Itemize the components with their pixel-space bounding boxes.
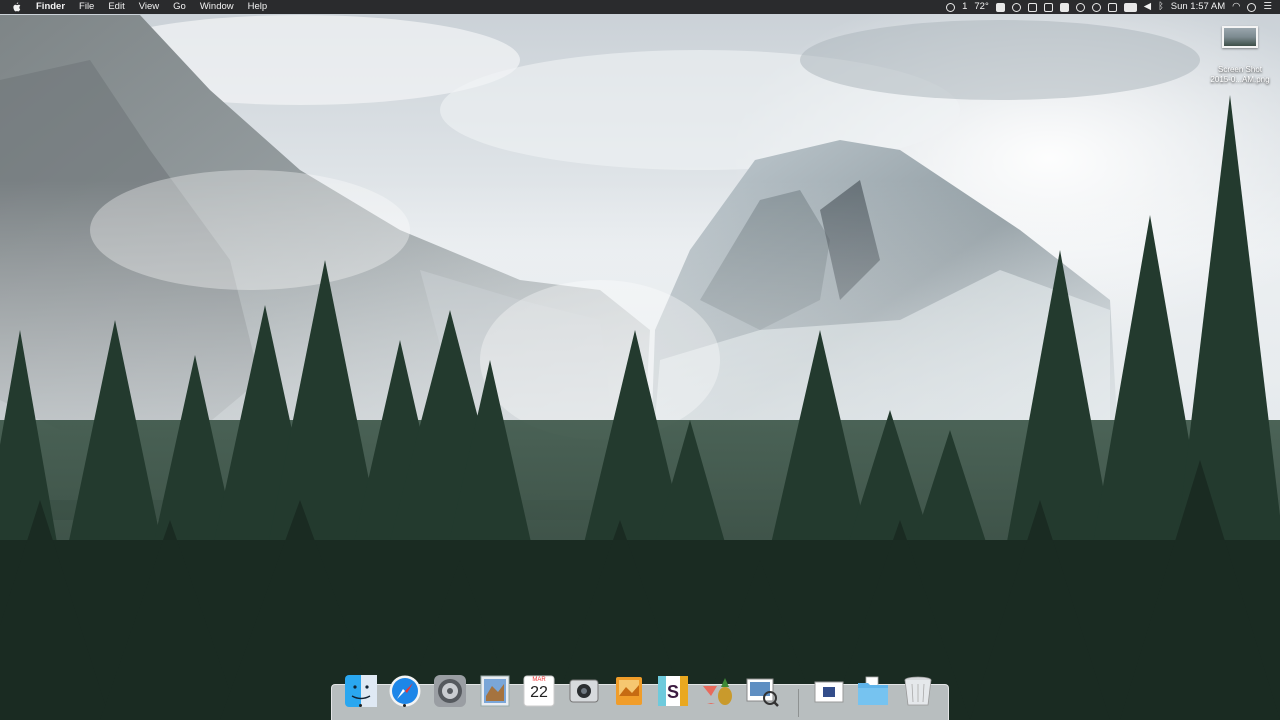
- folder-icon: [858, 676, 888, 705]
- menu-help[interactable]: Help: [248, 0, 268, 14]
- screenshot-file-icon: [1222, 26, 1258, 48]
- dock-downloads-folder[interactable]: [856, 674, 890, 708]
- dock-screen-window[interactable]: [812, 674, 846, 708]
- svg-text:S: S: [667, 682, 679, 702]
- dock-calendar[interactable]: MAR 22: [522, 674, 556, 708]
- volume-icon[interactable]: ◀︎: [1144, 0, 1151, 14]
- clock-icon[interactable]: [1075, 2, 1085, 12]
- dock-screenshot-utility[interactable]: [567, 674, 601, 708]
- safari-icon: [389, 675, 421, 707]
- clock-text[interactable]: Sun 1:57 AM: [1171, 0, 1225, 14]
- gear-icon: [434, 675, 466, 707]
- dock-slack[interactable]: S: [656, 674, 690, 708]
- file-name-line2: 2015-0...AM.png: [1210, 75, 1270, 84]
- airplay-icon[interactable]: [1107, 2, 1117, 12]
- dock-mail[interactable]: [478, 674, 512, 708]
- dock: MAR 22 S: [331, 675, 949, 720]
- cocktail-pineapple-icon: [703, 678, 732, 705]
- menu-edit[interactable]: Edit: [108, 0, 124, 14]
- status-menus: 1 72° ◀︎ ᛒ Sun 1:57 AM ◠ ☰: [946, 0, 1272, 14]
- dock-separator: [798, 689, 799, 717]
- menu-file[interactable]: File: [79, 0, 94, 14]
- weather-temperature[interactable]: 72°: [974, 0, 988, 14]
- bluetooth-icon[interactable]: ᛒ: [1158, 0, 1164, 14]
- preview-icon: [746, 678, 779, 707]
- menu-go[interactable]: Go: [173, 0, 186, 14]
- camera-icon: [569, 679, 599, 703]
- dock-photos[interactable]: [612, 674, 646, 708]
- screen-record-icon[interactable]: [1043, 2, 1053, 12]
- file-name-line1: Screen Shot: [1217, 65, 1263, 74]
- dock-drinks-app[interactable]: [701, 674, 735, 708]
- spotlight-icon[interactable]: [1247, 2, 1257, 12]
- info-icon[interactable]: [1091, 2, 1101, 12]
- dropbox-icon[interactable]: [1059, 2, 1069, 12]
- photos-icon: [616, 677, 642, 705]
- apple-logo-icon: [13, 2, 21, 12]
- slack-icon: S: [658, 676, 688, 706]
- weather-icon[interactable]: [946, 2, 956, 12]
- desktop-wallpaper: [0, 0, 1280, 720]
- mail-stamp-icon: [480, 675, 510, 707]
- window-icon: [814, 681, 844, 703]
- menu-bar: Finder File Edit View Go Window Help 1 7…: [0, 0, 1280, 14]
- running-indicator: [359, 704, 362, 707]
- yosemite-wallpaper-image: [0, 0, 1280, 720]
- wifi-icon[interactable]: ◠: [1232, 0, 1240, 14]
- notification-center-icon[interactable]: ☰: [1263, 0, 1272, 14]
- dock-system-preferences[interactable]: [433, 674, 467, 708]
- apple-menu[interactable]: [12, 0, 22, 14]
- evernote-icon[interactable]: [995, 2, 1005, 12]
- desktop-file-name: Screen Shot 2015-0...AM.png: [1204, 65, 1276, 85]
- dock-preview[interactable]: [745, 674, 779, 708]
- weather-index: 1: [962, 1, 968, 12]
- desktop-file-screenshot[interactable]: Screen Shot 2015-0...AM.png: [1204, 26, 1276, 85]
- dock-safari[interactable]: [388, 674, 422, 708]
- menu-finder[interactable]: Finder: [36, 0, 65, 14]
- calendar-month: MAR: [532, 677, 546, 683]
- calendar-day: 22: [530, 684, 548, 701]
- finder-icon: [345, 675, 377, 707]
- copy-icon[interactable]: [1027, 2, 1037, 12]
- trash-icon: [904, 676, 932, 706]
- dock-finder[interactable]: [344, 674, 378, 708]
- running-indicator: [403, 704, 406, 707]
- link-icon[interactable]: [1011, 2, 1021, 12]
- menu-window[interactable]: Window: [200, 0, 234, 14]
- battery-icon[interactable]: [1123, 2, 1137, 12]
- dock-trash[interactable]: [901, 674, 935, 708]
- menu-view[interactable]: View: [139, 0, 159, 14]
